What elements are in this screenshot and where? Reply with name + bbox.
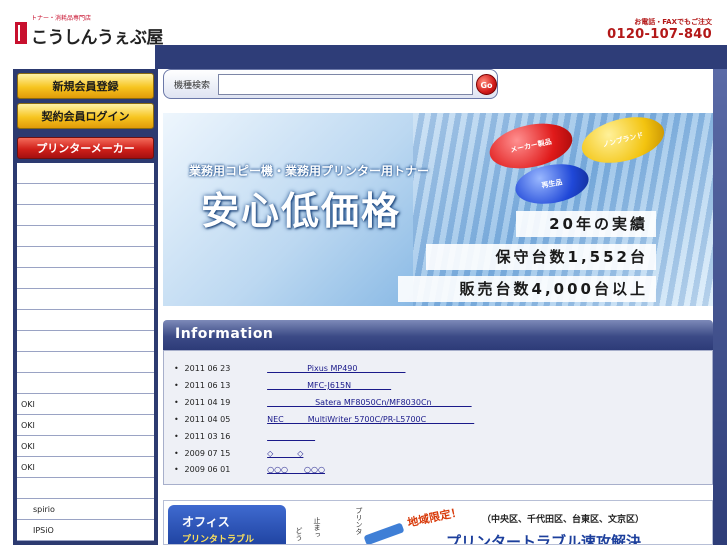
news-link[interactable]: MFC-J615N (267, 381, 391, 390)
banner-headline: 安心低価格 (201, 188, 402, 233)
logo-text: こうしんうぇぶ屋 (31, 28, 164, 48)
information-header: Information (163, 320, 713, 350)
news-date: 2009 06 01 (184, 465, 231, 474)
maker-item[interactable] (17, 289, 154, 310)
site-logo[interactable]: トナー・消耗品専門店 こうしんうぇぶ屋 (15, 15, 164, 48)
vertical-text: プリンタ (355, 507, 363, 535)
districts-text: （中央区、千代田区、台東区、文京区） (482, 515, 645, 525)
bullet-icon: • (174, 415, 179, 424)
news-row: • 2011 04 05 NEC MultiWriter 5700C/PR-L5… (174, 414, 474, 430)
maker-item-ipsio[interactable]: IPSiO (17, 520, 154, 541)
office-text: オフィス (182, 515, 230, 529)
stat-sales: 販売台数4,000台以上 (398, 276, 656, 302)
vertical-text: 止まっ (313, 517, 321, 538)
maker-item[interactable] (17, 205, 154, 226)
news-link[interactable]: Satera MF8050Cn/MF8030Cn (267, 398, 472, 407)
maker-item-oki[interactable]: OKI (17, 457, 154, 478)
phone-contact: お電話・FAXでもご注文 0120-107-840 (607, 17, 712, 42)
hero-banner[interactable]: 業務用コピー機・業務用プリンター用トナー 安心低価格 メーカー製品 ノンブランド… (163, 113, 713, 306)
phone-number: 0120-107-840 (607, 27, 712, 42)
model-search-bar: 機種検索 Go (163, 69, 498, 99)
maker-item[interactable] (17, 268, 154, 289)
news-date: 2009 07 15 (184, 449, 231, 458)
bullet-icon: • (174, 364, 179, 373)
news-link[interactable]: NEC MultiWriter 5700C/PR-L5700C (267, 415, 474, 424)
maker-item[interactable] (17, 352, 154, 373)
pen-icon (363, 522, 405, 544)
header-band (155, 45, 727, 69)
maker-item[interactable] (17, 226, 154, 247)
news-link[interactable]: ◇ ◇ (267, 449, 303, 458)
member-login-button[interactable]: 契約会員ログイン (17, 103, 154, 129)
maker-item-spirio[interactable]: spirio (17, 499, 154, 520)
news-date: 2011 04 05 (184, 415, 231, 424)
register-button[interactable]: 新規会員登録 (17, 73, 154, 99)
right-edge-strip (713, 69, 727, 545)
news-row: • 2009 06 01 ○○○ ○○○ (174, 464, 325, 480)
news-row: • 2011 03 16 (174, 431, 315, 447)
bullet-icon: • (174, 432, 179, 441)
logo-mark-icon (15, 21, 27, 44)
vertical-text: どう (295, 527, 303, 541)
maker-item[interactable] (17, 184, 154, 205)
page: トナー・消耗品専門店 こうしんうぇぶ屋 お電話・FAXでもご注文 0120-10… (0, 0, 727, 545)
printer-maker-heading: プリンターメーカー (17, 137, 154, 159)
maker-item[interactable] (17, 247, 154, 268)
bullet-icon: • (174, 465, 179, 474)
area-limited-label: 地域限定！ (406, 505, 463, 530)
maker-item-oki[interactable]: OKI (17, 415, 154, 436)
trouble-text: プリンタトラブル (182, 535, 255, 545)
information-title: Information (175, 326, 274, 342)
news-date: 2011 06 23 (184, 364, 231, 373)
bullet-icon: • (174, 449, 179, 458)
maker-list: OKI OKI OKI OKI spirio IPSiO (17, 163, 154, 541)
news-link[interactable] (267, 432, 315, 441)
maker-item[interactable] (17, 163, 154, 184)
phone-label: お電話・FAXでもご注文 (634, 18, 712, 26)
news-date: 2011 03 16 (184, 432, 231, 441)
logo-subtitle: トナー・消耗品専門店 (31, 15, 92, 22)
maker-item-oki[interactable]: OKI (17, 436, 154, 457)
maker-item-oki[interactable]: OKI (17, 394, 154, 415)
bullet-icon: • (174, 381, 179, 390)
news-row: • 2011 04 19 Satera MF8050Cn/MF8030Cn (174, 397, 472, 413)
news-date: 2011 04 19 (184, 398, 231, 407)
model-search-input[interactable] (218, 74, 473, 95)
banner-subtitle: 業務用コピー機・業務用プリンター用トナー (189, 164, 430, 178)
maker-item[interactable] (17, 373, 154, 394)
maker-item[interactable] (17, 478, 154, 499)
office-trouble-panel: オフィス プリンタトラブル (168, 505, 286, 545)
information-list: • 2011 06 23 Pixus MP490 • 2011 06 13 MF… (163, 350, 713, 485)
news-row: • 2011 06 13 MFC-J615N (174, 380, 391, 396)
stat-maintenance: 保守台数1,552台 (426, 244, 656, 270)
news-row: • 2011 06 23 Pixus MP490 (174, 363, 405, 379)
news-date: 2011 06 13 (184, 381, 231, 390)
news-link[interactable]: Pixus MP490 (267, 364, 405, 373)
bullet-icon: • (174, 398, 179, 407)
news-row: • 2009 07 15 ◇ ◇ (174, 448, 303, 464)
sidebar: 新規会員登録 契約会員ログイン プリンターメーカー OKI OKI OKI OK… (13, 69, 158, 545)
news-link[interactable]: ○○○ ○○○ (267, 465, 325, 474)
printer-trouble-banner[interactable]: オフィス プリンタトラブル プリンタ 止まっ どう 地域限定！ （中央区、千代田… (163, 500, 713, 545)
search-go-button[interactable]: Go (476, 74, 497, 95)
stat-years: 20年の実績 (516, 211, 656, 237)
maker-item[interactable] (17, 310, 154, 331)
trouble-solve-headline: プリンタートラブル速攻解決 (446, 533, 642, 545)
search-label: 機種検索 (174, 81, 211, 91)
maker-item[interactable] (17, 331, 154, 352)
